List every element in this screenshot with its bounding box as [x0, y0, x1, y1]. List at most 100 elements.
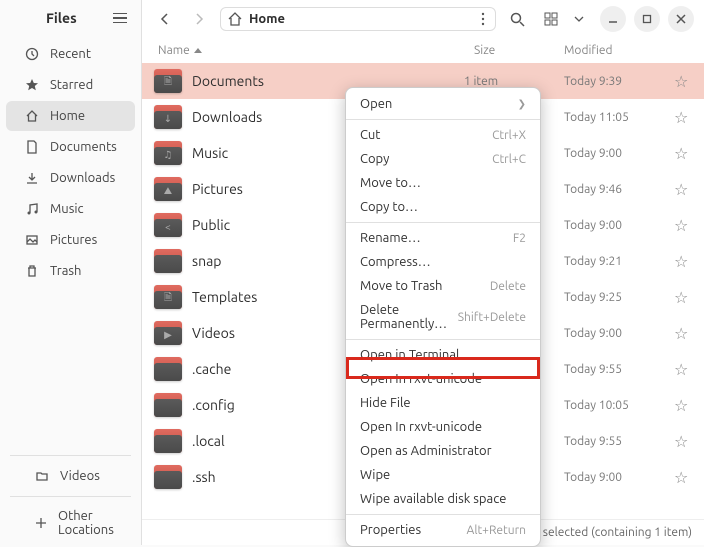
menu-item-label: Compress… [360, 255, 431, 269]
folder-icon [34, 468, 50, 484]
file-modified: Today 9:55 [564, 435, 664, 448]
star-button[interactable]: ☆ [674, 144, 692, 163]
menu-item-label: Rename… [360, 231, 421, 245]
folder-icon [154, 357, 182, 381]
menu-item-shortcut: Delete [490, 280, 526, 293]
chevron-left-icon [159, 13, 171, 25]
pathbar[interactable]: Home [220, 7, 496, 31]
star-button[interactable]: ☆ [674, 396, 692, 415]
maximize-icon [642, 14, 652, 24]
star-button[interactable]: ☆ [674, 360, 692, 379]
chevron-right-icon [193, 13, 205, 25]
menu-item-cut[interactable]: CutCtrl+X [346, 123, 540, 147]
home-icon [227, 11, 243, 27]
menu-item-label: Hide File [360, 396, 411, 410]
menu-item-label: Move to… [360, 176, 421, 190]
menu-item-compress[interactable]: Compress… [346, 250, 540, 274]
sidebar-item-label: Music [50, 202, 84, 216]
menu-item-open[interactable]: Open❯ [346, 92, 540, 116]
hamburger-icon[interactable] [113, 13, 127, 24]
star-icon [24, 77, 40, 93]
file-modified: Today 9:00 [564, 327, 664, 340]
sidebar-item-label: Trash [50, 264, 81, 278]
sidebar-item-home[interactable]: Home [6, 101, 135, 131]
star-button[interactable]: ☆ [674, 72, 692, 91]
menu-item-label: Open In rxvt-unicode [360, 372, 482, 386]
star-button[interactable]: ☆ [674, 180, 692, 199]
star-button[interactable]: ☆ [674, 324, 692, 343]
menu-item-open-in-terminal[interactable]: Open in Terminal [346, 343, 540, 367]
file-modified: Today 10:05 [564, 399, 664, 412]
menu-item-hide-file[interactable]: Hide File [346, 391, 540, 415]
sidebar-item-pictures[interactable]: Pictures [6, 225, 135, 255]
column-header-modified[interactable]: Modified [564, 44, 664, 57]
sidebar-header: Files [0, 0, 141, 34]
maximize-button[interactable] [634, 6, 660, 32]
sidebar-item-other-locations[interactable]: Other Locations [16, 502, 125, 544]
star-button[interactable]: ☆ [674, 108, 692, 127]
star-button[interactable]: ☆ [674, 216, 692, 235]
home-icon [24, 108, 40, 124]
menu-item-copy[interactable]: CopyCtrl+C [346, 147, 540, 171]
folder-icon [154, 465, 182, 489]
menu-item-label: Cut [360, 128, 380, 142]
menu-item-open-as-administrator[interactable]: Open as Administrator [346, 439, 540, 463]
menu-item-move-to[interactable]: Move to… [346, 171, 540, 195]
folder-icon: < [154, 213, 182, 237]
menu-item-move-to-trash[interactable]: Move to TrashDelete [346, 274, 540, 298]
folder-icon: 🗎 [154, 69, 182, 93]
star-button[interactable]: ☆ [674, 288, 692, 307]
menu-item-label: Open as Administrator [360, 444, 492, 458]
sidebar-item-trash[interactable]: Trash [6, 256, 135, 286]
pathbar-menu-button[interactable] [477, 12, 489, 26]
folder-icon: ♫ [154, 141, 182, 165]
forward-button[interactable] [186, 6, 212, 32]
star-button[interactable]: ☆ [674, 252, 692, 271]
back-button[interactable] [152, 6, 178, 32]
close-button[interactable] [668, 6, 694, 32]
menu-item-wipe[interactable]: Wipe [346, 463, 540, 487]
menu-separator [346, 514, 540, 515]
sidebar-list: Recent Starred Home Documents Downloads Music… [0, 34, 141, 451]
menu-item-label: Wipe available disk space [360, 492, 506, 506]
star-button[interactable]: ☆ [674, 468, 692, 487]
file-modified: Today 11:05 [564, 111, 664, 124]
sidebar-item-label: Home [50, 109, 85, 123]
sidebar-item-label: Pictures [50, 233, 97, 247]
grid-view-button[interactable] [538, 6, 564, 32]
sidebar-item-downloads[interactable]: Downloads [6, 163, 135, 193]
menu-item-rename[interactable]: Rename…F2 [346, 226, 540, 250]
menu-item-copy-to[interactable]: Copy to… [346, 195, 540, 219]
context-menu: Open❯ CutCtrl+XCopyCtrl+C Move to… Copy to…… [345, 87, 541, 547]
column-header-name[interactable]: Name [158, 44, 474, 57]
sidebar-item-music[interactable]: Music [6, 194, 135, 224]
menu-item-open-in-rxvt-unicode[interactable]: Open In rxvt-unicode [346, 415, 540, 439]
folder-icon: 🗎 [154, 285, 182, 309]
search-icon [510, 12, 525, 27]
sidebar-item-documents[interactable]: Documents [6, 132, 135, 162]
file-modified: Today 9:21 [564, 255, 664, 268]
menu-item-label: Copy to… [360, 200, 418, 214]
star-button[interactable]: ☆ [674, 432, 692, 451]
menu-item-wipe-available-disk-space[interactable]: Wipe available disk space [346, 487, 540, 511]
menu-item-properties[interactable]: PropertiesAlt+Return [346, 518, 540, 542]
file-modified: Today 9:25 [564, 291, 664, 304]
column-header-size[interactable]: Size [474, 44, 564, 57]
folder-icon: ⛰ [154, 177, 182, 201]
sidebar-item-videos[interactable]: Videos [16, 461, 125, 491]
sidebar-item-label: Documents [50, 140, 117, 154]
minimize-button[interactable] [600, 6, 626, 32]
sidebar-item-recent[interactable]: Recent [6, 39, 135, 69]
sidebar-item-label: Downloads [50, 171, 115, 185]
sidebar-section-2: Videos [10, 455, 131, 492]
search-button[interactable] [504, 6, 530, 32]
sidebar-item-label: Recent [50, 47, 91, 61]
menu-item-delete-permanently[interactable]: Delete Permanently…Shift+Delete [346, 298, 540, 336]
sidebar-item-starred[interactable]: Starred [6, 70, 135, 100]
file-modified: Today 9:00 [564, 219, 664, 232]
view-dropdown-button[interactable] [566, 6, 592, 32]
menu-item-label: Open In rxvt-unicode [360, 420, 482, 434]
menu-item-shortcut: Alt+Return [467, 524, 526, 537]
menu-item-open-in-rxvt-unicode[interactable]: Open In rxvt-unicode [346, 367, 540, 391]
chevron-right-icon: ❯ [518, 98, 526, 110]
